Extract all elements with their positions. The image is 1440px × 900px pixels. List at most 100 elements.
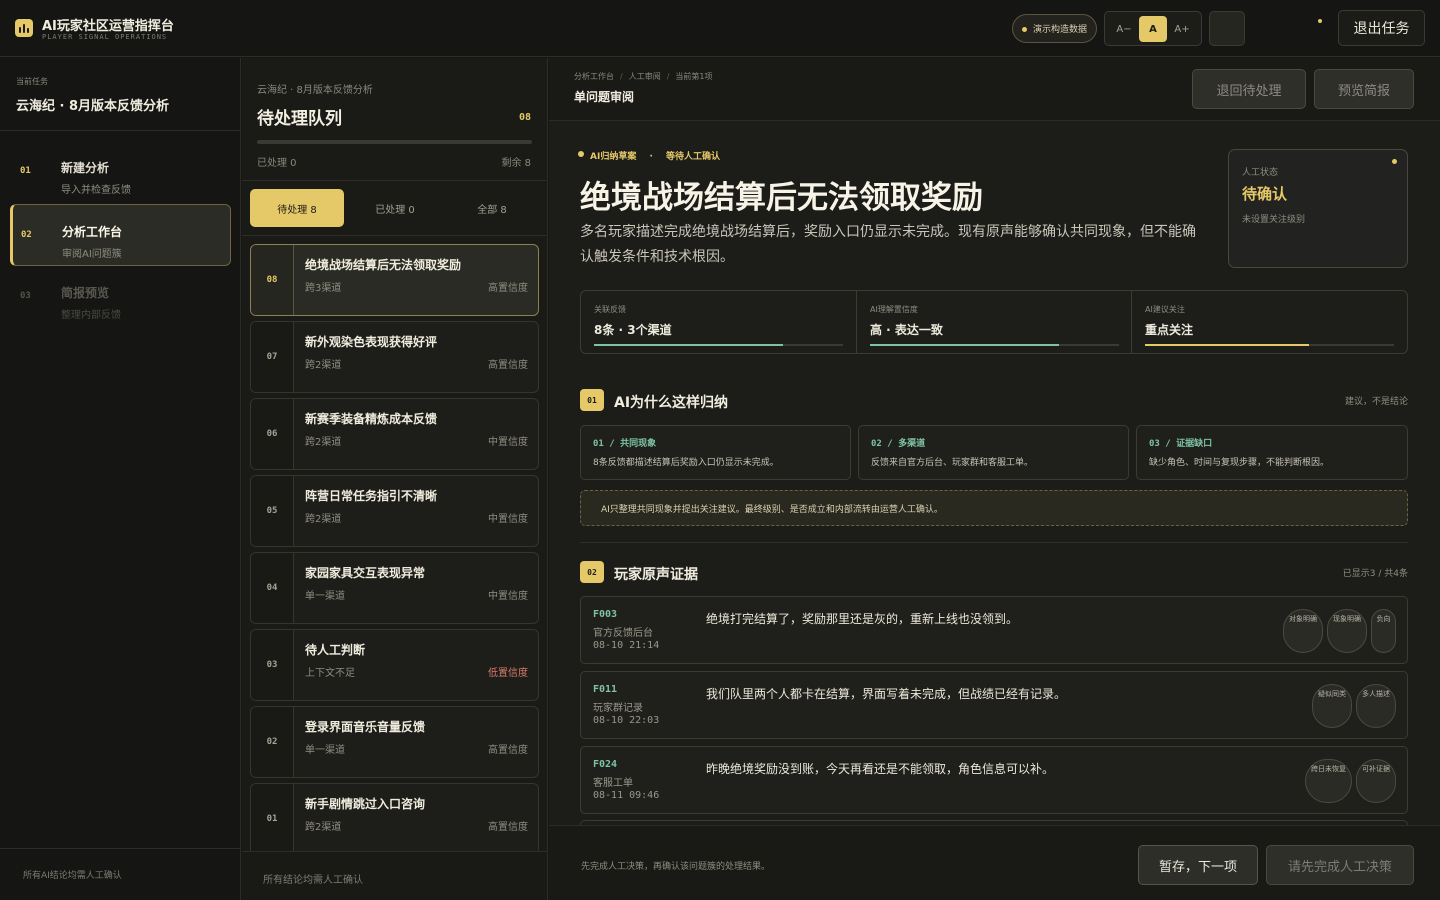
demo-data-badge: 演示构造数据 — [1012, 14, 1097, 43]
review-footer: 先完成人工决策，再确认该问题簇的处理结果。 暂存，下一项 请先完成人工决策 — [549, 825, 1440, 900]
status-draft: AI归纳草案 — [590, 152, 637, 162]
reason-card: 03 / 证据缺口 缺少角色、时间与复现步骤，不能判断根因。 — [1136, 425, 1408, 480]
reason-title: 02 / 多渠道 — [871, 439, 926, 449]
save-next-button[interactable]: 暂存，下一项 — [1138, 845, 1258, 885]
queue-item-number: 01 — [251, 784, 294, 854]
queue-item[interactable]: 03 待人工判断 上下文不足 低置信度 — [250, 629, 539, 701]
evidence-card[interactable]: F024 客服工单 08-11 09:46 昨晚绝境奖励没到账，今天再看还是不能… — [580, 746, 1408, 814]
queue-item-title: 登录界面音乐音量反馈 — [305, 720, 426, 734]
issue-title: 绝境战场结算后无法领取奖励 — [580, 180, 983, 216]
issue-description: 多名玩家描述完成绝境战场结算后，奖励入口仍显示未完成。现有原声能够确认共同现象，… — [580, 224, 1196, 265]
queue-item-title: 新外观染色表现获得好评 — [305, 335, 438, 349]
font-decrease-button[interactable]: A− — [1110, 16, 1138, 42]
step-title: 新建分析 — [61, 161, 110, 175]
remaining-count: 剩余 8 — [501, 158, 531, 169]
queue-item[interactable]: 08 绝境战场结算后无法领取奖励 跨3渠道 高置信度 — [250, 244, 539, 316]
step-number: 03 — [20, 291, 31, 301]
step-desc: 导入并检查反馈 — [61, 185, 131, 196]
queue-item-channels: 跨2渠道 — [305, 437, 342, 448]
metric-label: AI建议关注 — [1145, 305, 1185, 314]
step-workbench[interactable]: 02 分析工作台 审阅AI问题簇 — [10, 204, 231, 266]
divider — [580, 542, 1408, 543]
queue-item-number: 06 — [251, 399, 294, 469]
current-task-label: 当前任务 — [16, 77, 48, 86]
breadcrumb-item[interactable]: 分析工作台 — [574, 72, 614, 81]
breadcrumb-item[interactable]: 人工审阅 — [629, 72, 661, 81]
evidence-source: 玩家群记录 — [593, 703, 643, 714]
queue-item-number: 07 — [251, 322, 294, 392]
queue-item-title: 家园家具交互表现异常 — [305, 566, 426, 580]
step-new-analysis[interactable]: 01 新建分析 导入并检查反馈 — [10, 141, 231, 203]
reason-card: 02 / 多渠道 反馈来自官方后台、玩家群和客服工单。 — [858, 425, 1129, 480]
evidence-time: 08-10 21:14 — [593, 640, 660, 651]
tab-all[interactable]: 全部 8 — [445, 189, 539, 227]
metric-ai-attention: AI建议关注 重点关注 — [1131, 291, 1407, 353]
metric-label: AI理解置信度 — [870, 305, 918, 314]
state-dot-icon — [1392, 159, 1397, 164]
queue-item-confidence: 中置信度 — [488, 591, 528, 602]
reason-desc: 8条反馈都描述结算后奖励入口仍显示未完成。 — [593, 458, 779, 468]
metric-label: 关联反馈 — [594, 305, 626, 314]
queue-breadcrumb: 云海纪 · 8月版本反馈分析 — [257, 85, 373, 96]
tab-processed[interactable]: 已处理 0 — [348, 189, 442, 227]
theme-toggle-button[interactable] — [1209, 11, 1245, 46]
complete-decision-button[interactable]: 请先完成人工决策 — [1266, 845, 1414, 885]
queue-item-number: 02 — [251, 707, 294, 777]
tab-pending[interactable]: 待处理 8 — [250, 189, 344, 227]
step-desc: 审阅AI问题簇 — [62, 249, 122, 260]
queue-item-number: 05 — [251, 476, 294, 546]
step-number: 01 — [20, 166, 31, 176]
evidence-card[interactable]: F003 官方反馈后台 08-10 21:14 绝境打完结算了，奖励那里还是灰的… — [580, 596, 1408, 664]
queue-item-channels: 单一渠道 — [305, 745, 345, 756]
breadcrumb-separator: / — [620, 72, 623, 81]
queue-item[interactable]: 06 新赛季装备精炼成本反馈 跨2渠道 中置信度 — [250, 398, 539, 470]
metric-value: 重点关注 — [1145, 323, 1194, 337]
queue-item-channels: 跨2渠道 — [305, 514, 342, 525]
font-size-control: A− A A+ — [1104, 11, 1202, 46]
evidence-tag: 对象明确 — [1283, 609, 1323, 653]
evidence-time: 08-11 09:46 — [593, 790, 660, 801]
queue-item[interactable]: 04 家园家具交互表现异常 单一渠道 中置信度 — [250, 552, 539, 624]
breadcrumb: 分析工作台 / 人工审阅 / 当前第1项 — [574, 71, 713, 82]
reason-desc: 反馈来自官方后台、玩家群和客服工单。 — [871, 458, 1034, 468]
page-title: 单问题审阅 — [574, 90, 635, 104]
breadcrumb-item: 当前第1项 — [675, 72, 713, 81]
step-title: 简报预览 — [61, 286, 110, 300]
step-number: 02 — [21, 230, 32, 240]
queue-item-confidence: 高置信度 — [488, 283, 528, 294]
return-to-pending-button[interactable]: 退回待处理 — [1192, 69, 1306, 109]
queue-item-title: 新赛季装备精炼成本反馈 — [305, 412, 438, 426]
preview-brief-button[interactable]: 预览简报 — [1314, 69, 1414, 109]
queue-item-channels: 上下文不足 — [305, 668, 355, 679]
queue-item[interactable]: 07 新外观染色表现获得好评 跨2渠道 高置信度 — [250, 321, 539, 393]
evidence-text: 昨晚绝境奖励没到账，今天再看还是不能领取，角色信息可以补。 — [706, 762, 1055, 776]
queue-item[interactable]: 01 新手剧情跳过入口咨询 跨2渠道 高置信度 — [250, 783, 539, 855]
metric-bar — [594, 344, 843, 346]
status-separator: · — [649, 152, 653, 162]
evidence-card[interactable]: F011 玩家群记录 08-10 22:03 我们队里两个人都卡在结算，界面写着… — [580, 671, 1408, 739]
metric-bar-fill — [1145, 344, 1310, 346]
evidence-id: F003 — [593, 609, 618, 620]
queue-item-confidence: 高置信度 — [488, 822, 528, 833]
step-title: 分析工作台 — [62, 225, 123, 239]
queue-title: 待处理队列 — [257, 109, 342, 129]
step-brief-preview[interactable]: 03 简报预览 整理内部反馈 — [10, 266, 231, 328]
evidence-tag: 疑似同类 — [1312, 684, 1352, 728]
queue-item[interactable]: 05 阵营日常任务指引不清晰 跨2渠道 中置信度 — [250, 475, 539, 547]
font-default-button[interactable]: A — [1139, 16, 1167, 42]
metric-value: 高 · 表达一致 — [870, 323, 943, 337]
evidence-source: 客服工单 — [593, 778, 633, 789]
breadcrumb-separator: / — [666, 72, 670, 81]
divider — [0, 130, 241, 131]
font-increase-button[interactable]: A+ — [1168, 16, 1196, 42]
queue-item-number: 04 — [251, 553, 294, 623]
metric-bar — [1145, 344, 1394, 346]
queue-item[interactable]: 02 登录界面音乐音量反馈 单一渠道 高置信度 — [250, 706, 539, 778]
section-ai-reasoning: 01 AI为什么这样归纳 建议，不是结论 — [580, 389, 1408, 413]
evidence-time: 08-10 22:03 — [593, 715, 660, 726]
review-header: 分析工作台 / 人工审阅 / 当前第1项 单问题审阅 退回待处理 预览简报 — [549, 58, 1440, 121]
exit-task-button[interactable]: 退出任务 — [1338, 10, 1425, 46]
queue-item-number: 03 — [251, 630, 294, 700]
evidence-text: 我们队里两个人都卡在结算，界面写着未完成，但战绩已经有记录。 — [706, 687, 1067, 701]
status-waiting: 等待人工确认 — [666, 152, 721, 162]
